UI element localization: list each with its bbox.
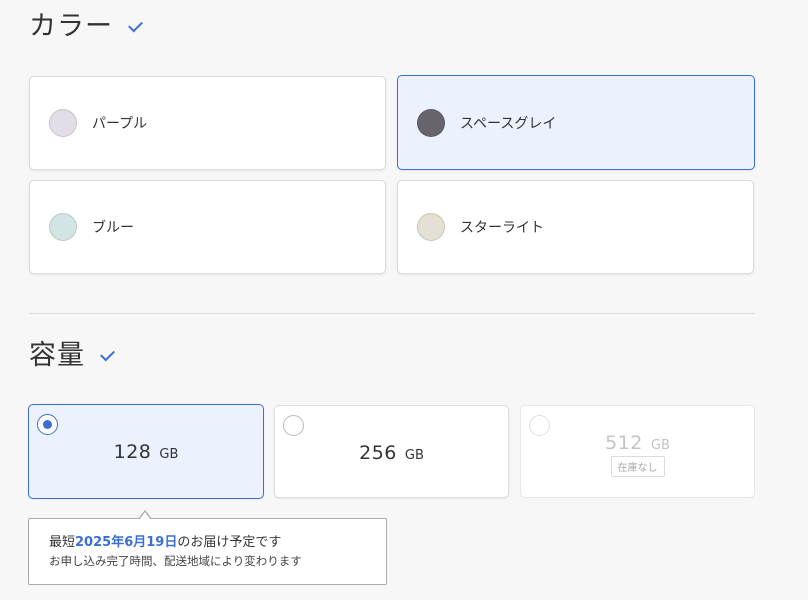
- color-option-label: パープル: [92, 116, 148, 132]
- capacity-number: 256: [359, 442, 397, 464]
- capacity-unit: GB: [404, 448, 424, 463]
- tooltip-arrow-icon: [138, 510, 152, 520]
- color-swatch-space-gray: [417, 108, 445, 137]
- check-icon: [100, 346, 115, 361]
- section-divider: [29, 313, 755, 314]
- color-section-label: カラー: [29, 11, 113, 42]
- radio-button[interactable]: [37, 414, 58, 435]
- capacity-unit: GB: [650, 438, 670, 453]
- capacity-number: 128: [113, 441, 152, 463]
- color-option-label: ブルー: [92, 220, 134, 236]
- capacity-section-label: 容量: [29, 340, 85, 371]
- color-swatch-starlight: [417, 213, 445, 241]
- capacity-number: 512: [605, 432, 643, 454]
- color-option-label: スペースグレイ: [460, 115, 557, 132]
- capacity-section-title: 容量: [29, 340, 115, 371]
- delivery-tooltip: 最短2025年6月19日のお届け予定です お申し込み完了時間、配送地域により変わ…: [28, 510, 387, 585]
- out-of-stock-badge: 在庫なし: [610, 456, 665, 477]
- product-options-page: カラー パープル スペースグレイ ブルー スターライト 容量 128 GB 256…: [0, 0, 808, 600]
- color-option-label: スターライト: [460, 220, 544, 236]
- delivery-note: お申し込み完了時間、配送地域により変わります: [49, 553, 302, 568]
- delivery-estimate: 最短2025年6月19日のお届け予定です: [49, 535, 386, 552]
- color-option-blue[interactable]: ブルー: [29, 180, 386, 274]
- capacity-value: 256 GB: [275, 442, 508, 464]
- color-option-starlight[interactable]: スターライト: [397, 180, 754, 274]
- delivery-date: 2025年6月19日: [75, 535, 178, 550]
- delivery-suffix: のお届け予定です: [177, 535, 282, 550]
- color-swatch-blue: [49, 213, 77, 241]
- color-section-title: カラー: [29, 11, 143, 42]
- delivery-prefix: 最短: [49, 535, 76, 550]
- color-swatch-purple: [49, 109, 77, 137]
- radio-button[interactable]: [283, 415, 304, 436]
- color-option-space-gray[interactable]: スペースグレイ: [397, 75, 755, 170]
- color-option-purple[interactable]: パープル: [29, 76, 386, 170]
- capacity-unit: GB: [159, 447, 179, 462]
- capacity-option-128[interactable]: 128 GB: [28, 404, 264, 499]
- capacity-option-512: 512 GB 在庫なし: [520, 405, 755, 498]
- capacity-value: 128 GB: [29, 441, 263, 463]
- capacity-value: 512 GB: [521, 432, 754, 454]
- check-icon: [128, 17, 143, 32]
- capacity-option-256[interactable]: 256 GB: [274, 405, 509, 498]
